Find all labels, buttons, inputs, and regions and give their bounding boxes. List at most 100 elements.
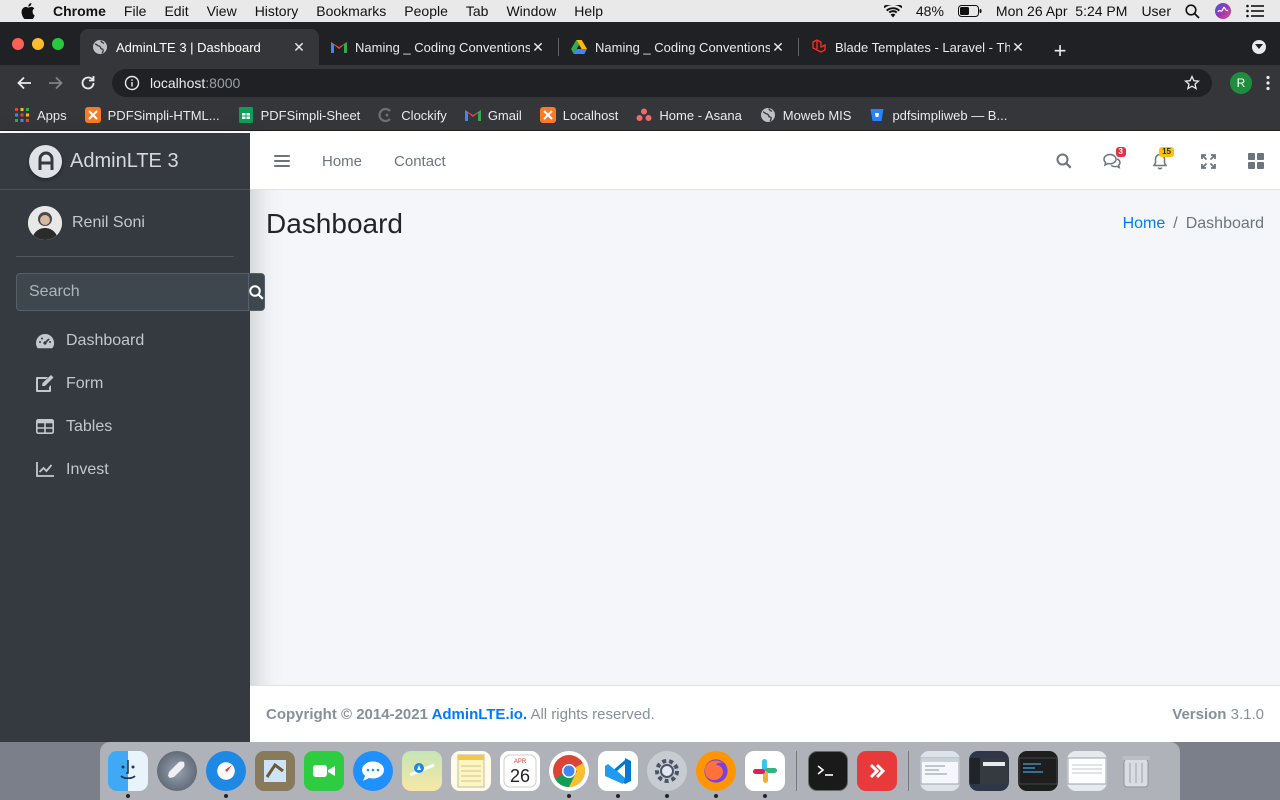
safari-icon[interactable] — [206, 751, 246, 798]
user-name[interactable]: Renil Soni — [72, 214, 145, 232]
bookmark-moweb-mis[interactable]: Moweb MIS — [760, 107, 851, 123]
bookmark-clockify[interactable]: Clockify — [378, 107, 447, 123]
tab-blade-templates[interactable]: Blade Templates - Laravel - The ✕ — [799, 29, 1038, 65]
notifications-badge: 15 — [1159, 147, 1174, 157]
forward-icon[interactable] — [42, 69, 70, 97]
bookmark-label: PDFSimpli-Sheet — [260, 107, 361, 123]
anydesk-icon[interactable] — [857, 751, 897, 791]
system-preferences-icon[interactable] — [647, 751, 687, 798]
menu-view[interactable]: View — [207, 3, 237, 19]
avatar[interactable] — [28, 206, 62, 240]
minimized-window-thumbnail-icon[interactable] — [969, 751, 1009, 791]
close-tab-icon[interactable]: ✕ — [770, 39, 786, 55]
menu-app-name[interactable]: Chrome — [53, 3, 106, 19]
copyright-text: Copyright © 2014-2021 — [266, 705, 432, 723]
bookmark-pdfsimpli-html[interactable]: PDFSimpli-HTML... — [84, 107, 220, 123]
menu-history[interactable]: History — [255, 3, 299, 19]
running-indicator — [665, 794, 669, 798]
vscode-icon[interactable] — [598, 751, 638, 798]
notification-center-icon[interactable] — [1246, 4, 1264, 18]
nav-link-contact[interactable]: Contact — [394, 153, 446, 170]
clock[interactable]: Mon 26 Apr 5:24 PM — [996, 3, 1128, 19]
address-bar[interactable]: localhost:8000 — [112, 68, 1212, 97]
menu-bookmarks[interactable]: Bookmarks — [316, 3, 386, 19]
new-tab-button[interactable]: + — [1046, 37, 1074, 65]
zoom-window-button[interactable] — [52, 38, 64, 50]
dock-separator — [796, 751, 797, 791]
user-panel[interactable]: Renil Soni — [16, 190, 234, 257]
sidebar-search-input[interactable] — [16, 273, 248, 311]
sidebar-item-dashboard[interactable]: Dashboard — [16, 319, 234, 362]
minimize-window-button[interactable] — [32, 38, 44, 50]
menu-people[interactable]: People — [404, 3, 448, 19]
trash-icon[interactable] — [1116, 751, 1156, 791]
apple-icon[interactable] — [19, 2, 37, 20]
sidebar-search-button[interactable] — [248, 273, 265, 311]
main-footer: Copyright © 2014-2021 AdminLTE.io. All r… — [250, 685, 1280, 742]
nav-link-home[interactable]: Home — [322, 153, 362, 170]
close-tab-icon[interactable]: ✕ — [530, 39, 546, 55]
messages-dropdown[interactable]: 3 — [1088, 141, 1136, 181]
bookmarks-bar: Apps PDFSimpli-HTML... PDFSimpli-Sheet C… — [0, 100, 1280, 131]
tab-naming-gmail[interactable]: Naming _ Coding Conventions ✕ — [319, 29, 558, 65]
xampp-icon — [539, 107, 556, 123]
tab-adminlte[interactable]: AdminLTE 3 | Dashboard ✕ — [80, 29, 319, 65]
notes-icon[interactable] — [451, 751, 491, 791]
sidebar-item-tables[interactable]: Tables — [16, 405, 234, 448]
close-tab-icon[interactable]: ✕ — [291, 39, 307, 55]
messages-icon[interactable] — [353, 751, 393, 791]
firefox-icon[interactable] — [696, 751, 736, 798]
menu-tab[interactable]: Tab — [466, 3, 489, 19]
control-sidebar-th-large-icon[interactable] — [1232, 141, 1280, 181]
menu-window[interactable]: Window — [506, 3, 556, 19]
adminlte-io-link[interactable]: AdminLTE.io. — [432, 706, 528, 723]
close-window-button[interactable] — [12, 38, 24, 50]
fullscreen-expand-icon[interactable] — [1184, 141, 1232, 181]
back-icon[interactable] — [10, 69, 38, 97]
launchpad-icon[interactable] — [157, 751, 197, 791]
minimized-window-thumbnail-icon[interactable] — [920, 751, 960, 791]
site-info-icon[interactable] — [124, 75, 140, 91]
pushmenu-hamburger-icon[interactable] — [274, 155, 290, 167]
mail-bird-icon[interactable] — [255, 751, 295, 791]
facetime-icon[interactable] — [304, 751, 344, 791]
minimized-window-thumbnail-icon[interactable] — [1067, 751, 1107, 791]
bookmark-gmail[interactable]: Gmail — [464, 107, 522, 123]
bookmark-star-icon[interactable] — [1184, 74, 1200, 91]
chrome-icon[interactable] — [549, 751, 589, 798]
wifi-icon[interactable] — [883, 4, 902, 18]
menu-help[interactable]: Help — [574, 3, 603, 19]
tab-search-icon[interactable] — [1252, 40, 1266, 54]
calendar-icon[interactable]: APR 26 — [500, 751, 540, 791]
chrome-menu-icon[interactable] — [1266, 75, 1270, 91]
navbar-search-button[interactable] — [1040, 141, 1088, 181]
reload-icon[interactable] — [74, 69, 102, 97]
running-indicator — [763, 794, 767, 798]
profile-avatar[interactable]: R — [1230, 71, 1252, 94]
bookmark-pdfsimpliweb[interactable]: pdfsimpliweb — B... — [869, 107, 1007, 123]
main-header: Home Contact 3 15 — [250, 133, 1280, 190]
maps-icon[interactable] — [402, 751, 442, 791]
bookmark-apps[interactable]: Apps — [14, 107, 67, 123]
minimized-window-thumbnail-icon[interactable] — [1018, 751, 1058, 791]
bookmark-asana[interactable]: Home - Asana — [636, 107, 742, 123]
menu-edit[interactable]: Edit — [164, 3, 188, 19]
spotlight-search-icon[interactable] — [1185, 3, 1200, 19]
sidebar-item-form[interactable]: Form — [16, 362, 234, 405]
terminal-icon[interactable] — [808, 751, 848, 791]
bookmark-pdfsimpli-sheet[interactable]: PDFSimpli-Sheet — [238, 107, 361, 123]
sidebar-item-invest[interactable]: Invest — [16, 448, 234, 491]
slack-icon[interactable] — [745, 751, 785, 798]
finder-icon[interactable] — [108, 751, 148, 798]
close-tab-icon[interactable]: ✕ — [1010, 39, 1026, 55]
breadcrumb-home-link[interactable]: Home — [1123, 215, 1166, 233]
brand-link[interactable]: AdminLTE 3 — [0, 133, 250, 190]
bookmark-localhost[interactable]: Localhost — [539, 107, 618, 123]
notifications-dropdown[interactable]: 15 — [1136, 141, 1184, 181]
menu-file[interactable]: File — [124, 3, 147, 19]
battery-icon[interactable] — [957, 5, 982, 17]
tab-naming-drive[interactable]: Naming _ Coding Conventions ✕ — [559, 29, 798, 65]
running-indicator — [616, 794, 620, 798]
siri-icon[interactable] — [1214, 2, 1232, 20]
user-menu[interactable]: User — [1141, 3, 1171, 19]
